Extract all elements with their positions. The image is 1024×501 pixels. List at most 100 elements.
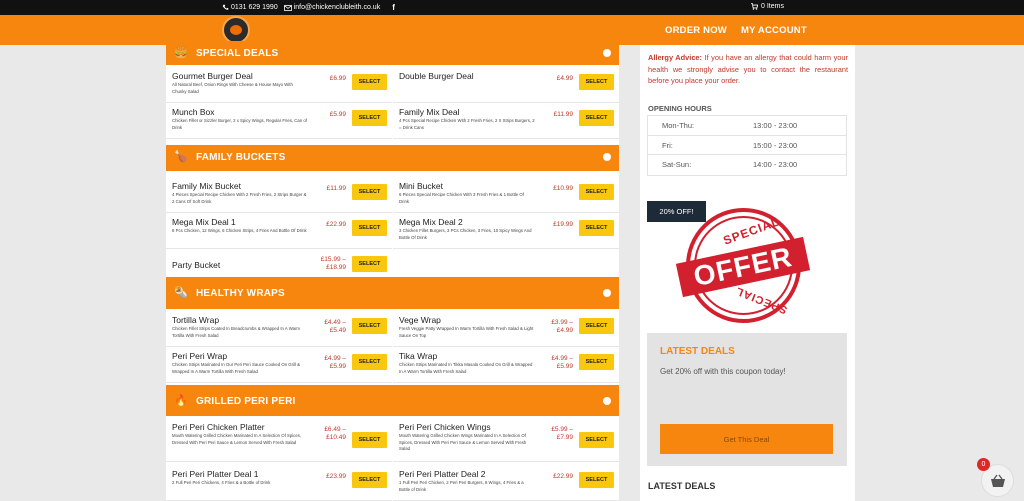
item-price: £6.49 – £10.49 xyxy=(324,426,346,441)
item-price: £11.99 xyxy=(553,111,573,118)
menu-item: Peri Peri Platter Deal 1 2 Full Peri Per… xyxy=(166,465,392,501)
section-title: SPECIAL DEALS xyxy=(196,48,279,59)
select-button[interactable]: SELECT xyxy=(579,472,614,488)
item-name: Family Mix Deal xyxy=(399,107,460,117)
envelope-icon xyxy=(283,4,292,11)
item-name: Mini Bucket xyxy=(399,181,443,191)
menu-item: Peri Peri Wrap Chicken Strips Marinated … xyxy=(166,347,392,383)
collapse-toggle-icon[interactable] xyxy=(603,289,611,297)
menu-item: Double Burger Deal £4.99 SELECT xyxy=(393,67,619,103)
section-special-deals: 🍔 SPECIAL DEALS Gourmet Burger Deal All … xyxy=(166,41,619,139)
item-name: Mega Mix Deal 1 xyxy=(172,217,236,227)
phone-icon xyxy=(222,4,229,10)
hours-day: Mon-Thu: xyxy=(662,121,695,130)
menu-item: Mega Mix Deal 2 3 Chicken Fillet Burgers… xyxy=(393,213,619,249)
opening-hours-title: OPENING HOURS xyxy=(648,104,712,113)
email-address: info@chickenclubleith.co.uk xyxy=(293,4,381,11)
nav-order-now[interactable]: ORDER NOW xyxy=(665,25,727,36)
select-button[interactable]: SELECT xyxy=(579,74,614,90)
email-link[interactable]: info@chickenclubleith.co.uk xyxy=(283,4,381,11)
menu-item: Munch Box Chicken Fillet or Sizzler Burg… xyxy=(166,103,392,139)
get-deal-button[interactable]: Get This Deal xyxy=(660,424,833,454)
cart-icon xyxy=(751,3,758,10)
latest-deals-title: LATEST DEALS xyxy=(660,346,735,357)
hours-row: Mon-Thu: 13:00 - 23:00 xyxy=(648,116,846,136)
item-price: £6.99 xyxy=(329,75,346,82)
item-price: £5.99 – £7.99 xyxy=(551,426,573,441)
select-button[interactable]: SELECT xyxy=(352,318,387,334)
select-button[interactable]: SELECT xyxy=(579,220,614,236)
select-button[interactable]: SELECT xyxy=(352,220,387,236)
basket-icon xyxy=(990,474,1005,487)
item-description: 4 Pcs Special Recipe Chicken With 2 Fres… xyxy=(399,118,535,130)
item-description: 3 Chicken Fillet Burgers, 3 PCs Chicken,… xyxy=(399,228,532,240)
item-description: 2 Full Peri Peri Chickens, 4 Fries & a B… xyxy=(172,480,271,485)
hours-time: 14:00 - 23:00 xyxy=(753,160,798,169)
select-button[interactable]: SELECT xyxy=(579,432,614,448)
allergy-label: Allergy Advice: xyxy=(648,53,703,62)
menu-item: Tortilla Wrap Chicken Fillet Strips Coat… xyxy=(166,311,392,347)
item-description: Mouth Watering Grilled Chicken Wings Mar… xyxy=(399,433,527,451)
hours-time: 15:00 - 23:00 xyxy=(753,140,798,150)
item-price: £10.99 xyxy=(553,185,573,192)
item-name: Gourmet Burger Deal xyxy=(172,71,253,81)
select-button[interactable]: SELECT xyxy=(579,318,614,334)
grill-icon: 🔥 xyxy=(174,395,188,407)
contact-info: 0131 629 1990 info@chickenclubleith.co.u… xyxy=(222,3,395,12)
menu-item: Gourmet Burger Deal All Natural Beef, On… xyxy=(166,67,392,103)
section-title: HEALTHY WRAPS xyxy=(196,288,285,299)
phone-number: 0131 629 1990 xyxy=(231,4,278,11)
section-healthy-wraps: 🌯 HEALTHY WRAPS Tortilla Wrap Chicken Fi… xyxy=(166,277,619,383)
hours-day: Sat-Sun: xyxy=(662,160,692,169)
top-cart-link[interactable]: 0 Items xyxy=(751,3,784,10)
menu-list: 🍔 SPECIAL DEALS Gourmet Burger Deal All … xyxy=(166,41,619,501)
item-price: £11.99 xyxy=(326,185,346,192)
collapse-toggle-icon[interactable] xyxy=(603,153,611,161)
menu-item: Tika Wrap Chicken Strips Marinated In Ti… xyxy=(393,347,619,383)
collapse-toggle-icon[interactable] xyxy=(603,49,611,57)
burger-icon: 🍔 xyxy=(174,47,188,59)
select-button[interactable]: SELECT xyxy=(579,110,614,126)
item-description: All Natural Beef, Onion Rings With Chees… xyxy=(172,82,293,94)
latest-deals-heading: LATEST DEALS xyxy=(648,481,716,491)
bucket-icon: 🍗 xyxy=(174,151,188,163)
item-description: Chicken Strips Marinated In Our Peri Per… xyxy=(172,362,301,374)
menu-item: Peri Peri Chicken Platter Mouth Watering… xyxy=(166,418,392,462)
select-button[interactable]: SELECT xyxy=(579,354,614,370)
select-button[interactable]: SELECT xyxy=(352,432,387,448)
item-name: Peri Peri Platter Deal 2 xyxy=(399,469,486,479)
sidebar: Allergy Advice: If you have an allergy t… xyxy=(640,45,855,501)
phone-link[interactable]: 0131 629 1990 xyxy=(222,4,278,11)
menu-item: Family Mix Deal 4 Pcs Special Recipe Chi… xyxy=(393,103,619,139)
select-button[interactable]: SELECT xyxy=(352,256,387,272)
select-button[interactable]: SELECT xyxy=(352,184,387,200)
special-offer-stamp: SPECIAL OFFER SPECIAL xyxy=(675,208,811,326)
item-description: Chicken Strips Marinated In Tikka Masala… xyxy=(399,362,533,374)
section-header[interactable]: 🍗 FAMILY BUCKETS xyxy=(166,145,619,171)
facebook-link[interactable]: f xyxy=(392,3,395,12)
select-button[interactable]: SELECT xyxy=(352,354,387,370)
wrap-icon: 🌯 xyxy=(174,287,188,299)
item-description: 8 Pcs Chicken, 12 Wings, 6 Chicken Strip… xyxy=(172,228,307,233)
section-header[interactable]: 🔥 GRILLED PERI PERI xyxy=(166,385,619,416)
item-name: Double Burger Deal xyxy=(399,71,474,81)
cart-items-count: 0 Items xyxy=(761,3,784,10)
item-price: £4.49 – £5.49 xyxy=(324,319,346,334)
select-button[interactable]: SELECT xyxy=(352,74,387,90)
section-header[interactable]: 🍔 SPECIAL DEALS xyxy=(166,41,619,65)
select-button[interactable]: SELECT xyxy=(579,184,614,200)
item-name: Family Mix Bucket xyxy=(172,181,241,191)
select-button[interactable]: SELECT xyxy=(352,110,387,126)
item-description: Chicken Fillet or Sizzler Burger, 2 x Sp… xyxy=(172,118,307,130)
item-price: £4.99 – £5.99 xyxy=(324,355,346,370)
allergy-advice: Allergy Advice: If you have an allergy t… xyxy=(648,52,848,87)
item-name: Vege Wrap xyxy=(399,315,441,325)
item-price: £4.99 xyxy=(556,75,573,82)
section-header[interactable]: 🌯 HEALTHY WRAPS xyxy=(166,277,619,309)
item-price: £4.99 – £5.99 xyxy=(551,355,573,370)
site-logo[interactable] xyxy=(222,16,250,44)
item-price: £3.99 – £4.99 xyxy=(551,319,573,334)
select-button[interactable]: SELECT xyxy=(352,472,387,488)
collapse-toggle-icon[interactable] xyxy=(603,397,611,405)
nav-my-account[interactable]: MY ACCOUNT xyxy=(741,25,807,36)
